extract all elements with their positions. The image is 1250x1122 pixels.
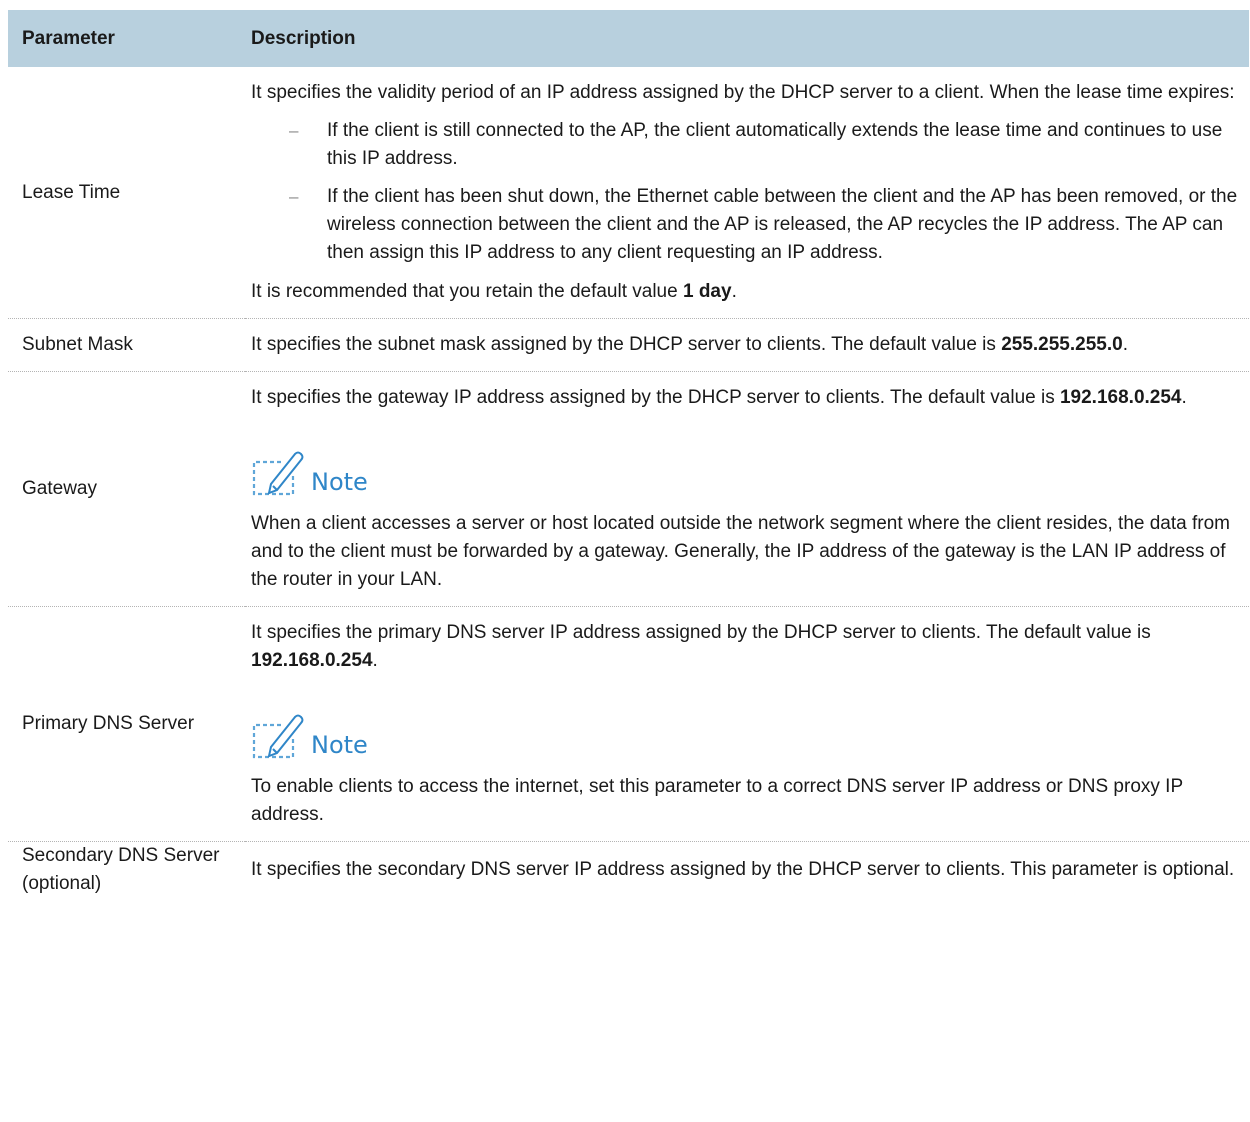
description-text: It specifies the primary DNS server IP a…: [251, 622, 1151, 643]
note-label: Note: [311, 731, 368, 759]
note-pencil-icon: [252, 451, 304, 496]
list-item: – If the client has been shut down, the …: [289, 183, 1245, 267]
secondary-dns-text: It specifies the secondary DNS server IP…: [251, 859, 1235, 880]
parameter-table: Parameter Description Lease Time It spec…: [8, 10, 1249, 898]
header-parameter: Parameter: [8, 10, 245, 67]
lease-time-recommendation: It is recommended that you retain the de…: [251, 278, 1245, 306]
param-desc-gateway: It specifies the gateway IP address assi…: [245, 371, 1249, 607]
recommendation-text: It is recommended that you retain the de…: [251, 281, 683, 302]
table-row: Gateway It specifies the gateway IP addr…: [8, 371, 1249, 607]
dash-bullet-icon: –: [289, 187, 299, 206]
default-value: 1 day: [682, 281, 732, 302]
note-callout: Note: [251, 709, 1245, 761]
punctuation: .: [731, 281, 737, 302]
description-text: It specifies the subnet mask assigned by…: [251, 334, 1002, 355]
primary-dns-note-text: To enable clients to access the internet…: [251, 776, 1183, 825]
default-value: 192.168.0.254: [1059, 387, 1182, 408]
dash-bullet-icon: –: [289, 121, 299, 140]
header-description: Description: [245, 10, 1249, 67]
note-callout: Note: [251, 446, 1245, 498]
lease-time-intro: It specifies the validity period of an I…: [251, 82, 1235, 103]
list-item: – If the client is still connected to th…: [289, 117, 1245, 173]
primary-dns-text: It specifies the primary DNS server IP a…: [251, 619, 1245, 675]
punctuation: .: [1122, 334, 1128, 355]
param-desc-subnet-mask: It specifies the subnet mask assigned by…: [245, 318, 1249, 372]
table-row: Primary DNS Server It specifies the prim…: [8, 606, 1249, 842]
table-row: Secondary DNS Server (optional) It speci…: [8, 842, 1249, 899]
note-label: Note: [311, 468, 368, 496]
bullet-text: If the client is still connected to the …: [327, 120, 1223, 169]
param-name-gateway: Gateway: [8, 371, 245, 607]
table-row: Lease Time It specifies the validity per…: [8, 67, 1249, 319]
gateway-note-text: When a client accesses a server or host …: [251, 513, 1231, 590]
param-desc-lease-time: It specifies the validity period of an I…: [245, 67, 1249, 319]
table-header-row: Parameter Description: [8, 10, 1249, 67]
param-name-primary-dns: Primary DNS Server: [8, 606, 245, 842]
gateway-text: It specifies the gateway IP address assi…: [251, 384, 1245, 412]
description-text: It specifies the gateway IP address assi…: [251, 387, 1060, 408]
param-desc-secondary-dns: It specifies the secondary DNS server IP…: [245, 842, 1249, 899]
param-name-lease-time: Lease Time: [8, 67, 245, 319]
param-desc-primary-dns: It specifies the primary DNS server IP a…: [245, 606, 1249, 842]
subnet-mask-text: It specifies the subnet mask assigned by…: [251, 331, 1245, 359]
param-name-secondary-dns: Secondary DNS Server (optional): [22, 845, 220, 894]
default-value: 255.255.255.0: [1001, 334, 1123, 355]
param-name-subnet-mask: Subnet Mask: [8, 318, 245, 372]
lease-time-bullet-list: – If the client is still connected to th…: [251, 117, 1245, 267]
note-pencil-icon: [252, 714, 304, 759]
table-row: Subnet Mask It specifies the subnet mask…: [8, 318, 1249, 372]
punctuation: .: [1181, 387, 1187, 408]
punctuation: .: [372, 650, 378, 671]
document-page: Parameter Description Lease Time It spec…: [0, 0, 1250, 1122]
bullet-text: If the client has been shut down, the Et…: [327, 186, 1238, 263]
default-value: 192.168.0.254: [251, 650, 373, 671]
